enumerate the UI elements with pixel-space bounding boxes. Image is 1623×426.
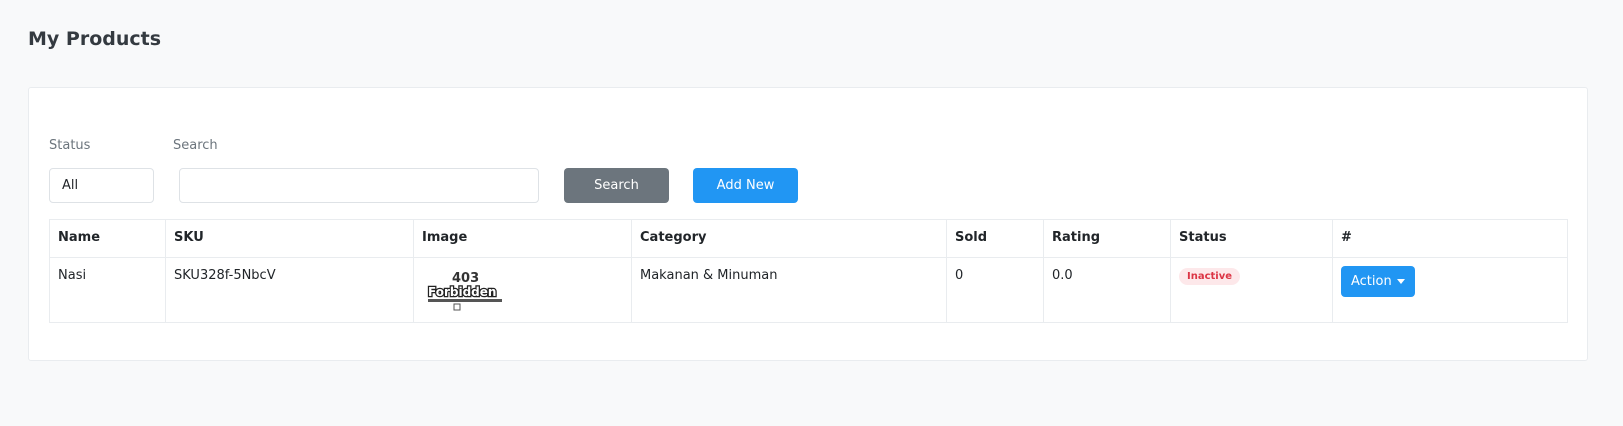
column-header-name: Name <box>49 219 166 258</box>
search-button[interactable]: Search <box>564 168 669 203</box>
action-dropdown-button[interactable]: Action <box>1341 266 1415 297</box>
product-image-cell: 403 Forbidden <box>413 257 632 323</box>
column-header-sold: Sold <box>946 219 1044 258</box>
action-button-label: Action <box>1351 274 1392 289</box>
column-header-rating: Rating <box>1043 219 1171 258</box>
column-header-actions: # <box>1332 219 1568 258</box>
column-header-status: Status <box>1170 219 1333 258</box>
products-card: Status Search All Search Add New Name SK… <box>28 87 1588 361</box>
products-table: Name SKU Image Category Sold Rating Stat… <box>49 219 1568 323</box>
status-filter-label: Status <box>49 138 91 153</box>
column-header-sku: SKU <box>165 219 414 258</box>
product-status-cell: Inactive <box>1170 257 1333 323</box>
column-header-image: Image <box>413 219 632 258</box>
image-text-forbidden: Forbidden <box>428 285 496 299</box>
product-rating-cell: 0.0 <box>1043 257 1171 323</box>
product-sold-cell: 0 <box>946 257 1044 323</box>
product-category-cell: Makanan & Minuman <box>631 257 947 323</box>
product-name-cell: Nasi <box>49 257 166 323</box>
status-badge: Inactive <box>1179 268 1241 285</box>
table-header-row: Name SKU Image Category Sold Rating Stat… <box>49 219 1568 258</box>
image-text-403: 403 <box>452 271 479 286</box>
table-row: Nasi SKU328f-5NbcV 403 Forbidden Makanan… <box>49 257 1568 323</box>
column-header-category: Category <box>631 219 947 258</box>
page-title: My Products <box>28 28 162 50</box>
search-input[interactable] <box>179 168 539 203</box>
product-sku-cell: SKU328f-5NbcV <box>165 257 414 323</box>
product-image: 403 Forbidden <box>427 271 502 311</box>
status-select[interactable]: All <box>49 168 154 203</box>
chevron-down-icon <box>1396 279 1405 284</box>
add-new-button[interactable]: Add New <box>693 168 798 203</box>
product-actions-cell: Action <box>1332 257 1568 323</box>
search-field-label: Search <box>173 138 218 153</box>
